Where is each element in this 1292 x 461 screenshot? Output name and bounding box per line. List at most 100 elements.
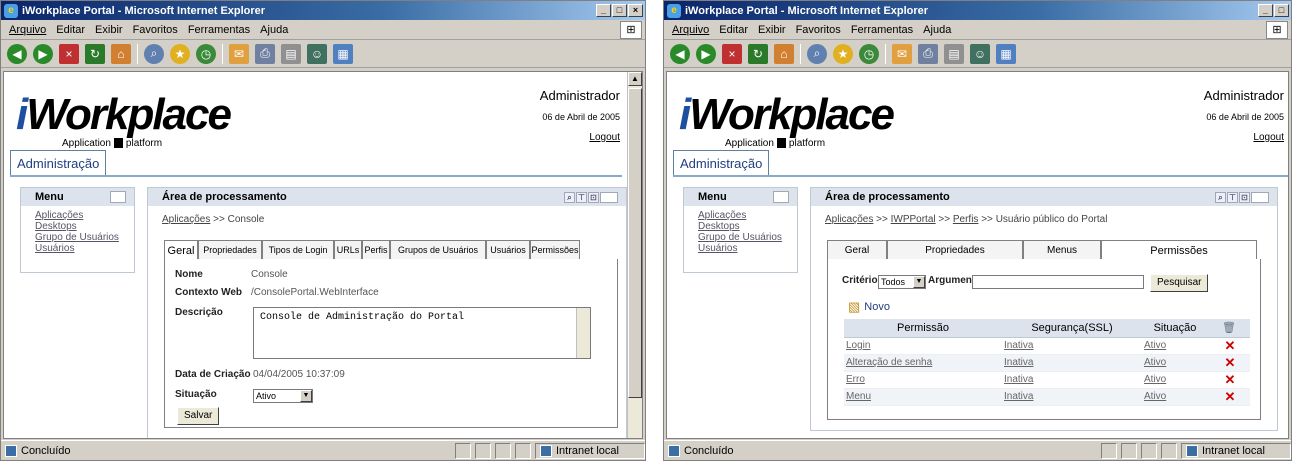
mail-icon[interactable]: ✉ (892, 43, 912, 64)
stop-icon[interactable]: × (722, 43, 742, 64)
cell-situacao[interactable]: Ativo (1142, 337, 1208, 355)
favorites-icon[interactable]: ★ (170, 43, 190, 64)
research-icon[interactable]: ▦ (996, 43, 1016, 64)
cell-ssl[interactable]: Inativa (1002, 337, 1142, 355)
refresh-icon[interactable]: ↻ (85, 43, 105, 64)
menu-item-grupo-usuarios[interactable]: Grupo de Usuários (698, 232, 797, 243)
menu-item-usuarios[interactable]: Usuários (698, 243, 797, 254)
tab-permissoes[interactable]: Permissões (1101, 240, 1257, 260)
breadcrumb-perfis[interactable]: Perfis (953, 214, 979, 225)
edit-icon[interactable]: ▤ (944, 43, 964, 64)
cell-ssl[interactable]: Inativa (1002, 371, 1142, 389)
cell-ssl[interactable]: Inativa (1002, 388, 1142, 406)
tab-geral[interactable]: Geral (164, 240, 198, 260)
cell-permissao[interactable]: Login (844, 337, 1002, 355)
argumento-input[interactable] (972, 275, 1144, 289)
salvar-button[interactable]: Salvar (177, 407, 220, 425)
cell-situacao[interactable]: Ativo (1142, 354, 1208, 372)
new-document-icon[interactable]: ▧ (848, 299, 860, 315)
home-icon[interactable]: ⌂ (774, 43, 794, 64)
menu-editar[interactable]: Editar (56, 24, 85, 36)
home-icon[interactable]: ⌂ (111, 43, 131, 64)
maximize-button[interactable]: □ (1274, 4, 1289, 17)
situacao-select[interactable]: Ativo ▼ (253, 389, 313, 403)
tab-administracao[interactable]: Administração (673, 150, 770, 176)
cell-permissao[interactable]: Menu (844, 388, 1002, 406)
maximize-button[interactable]: □ (612, 4, 627, 17)
cell-ssl[interactable]: Inativa (1002, 354, 1142, 372)
novo-link[interactable]: Novo (864, 301, 890, 313)
breadcrumb-iwpportal[interactable]: IWPPortal (891, 214, 936, 225)
minimize-button[interactable]: _ (1258, 4, 1273, 17)
menu-ferramentas[interactable]: Ferramentas (851, 24, 913, 36)
print-icon[interactable]: ⎙ (918, 43, 938, 64)
tab-propriedades[interactable]: Propriedades (198, 240, 262, 260)
menu-item-aplicacoes[interactable]: Aplicações (698, 210, 797, 221)
pesquisar-button[interactable]: Pesquisar (1150, 274, 1208, 292)
messenger-icon[interactable]: ☺ (970, 43, 990, 64)
search-icon[interactable]: ⌕ (144, 43, 164, 64)
logout-link[interactable]: Logout (589, 132, 620, 143)
cell-situacao[interactable]: Ativo (1142, 371, 1208, 389)
tab-usuarios[interactable]: Usuários (486, 240, 530, 260)
cell-situacao[interactable]: Ativo (1142, 388, 1208, 406)
delete-icon[interactable]: ✕ (1208, 354, 1250, 372)
search-icon[interactable]: ⌕ (807, 43, 827, 64)
menu-editar[interactable]: Editar (719, 24, 748, 36)
back-icon[interactable]: ◀ (670, 43, 690, 64)
cell-permissao[interactable]: Alteração de senha (844, 354, 1002, 372)
menu-exibir[interactable]: Exibir (95, 24, 123, 36)
zoom-icon[interactable]: ⌕ (564, 191, 575, 203)
stop-icon[interactable]: × (59, 43, 79, 64)
chevron-down-icon[interactable]: ▼ (913, 276, 925, 288)
menu-arquivo[interactable]: Arquivo (672, 24, 709, 36)
edit-icon[interactable]: ▤ (281, 43, 301, 64)
menu-collapse-button[interactable] (773, 191, 789, 203)
tab-grupos-usuarios[interactable]: Grupos de Usuários (390, 240, 486, 260)
criterio-select[interactable]: Todos ▼ (878, 275, 926, 289)
favorites-icon[interactable]: ★ (833, 43, 853, 64)
menu-collapse-button[interactable] (110, 191, 126, 203)
tab-urls[interactable]: URLs (334, 240, 362, 260)
expand-icon[interactable]: ⊡ (588, 191, 599, 203)
delete-icon[interactable]: ✕ (1208, 371, 1250, 389)
menu-item-usuarios[interactable]: Usuários (35, 243, 134, 254)
tab-tipos-login[interactable]: Tipos de Login (262, 240, 334, 260)
logout-link[interactable]: Logout (1253, 132, 1284, 143)
chevron-down-icon[interactable]: ▼ (300, 390, 312, 402)
breadcrumb-aplicacoes[interactable]: Aplicações (825, 214, 873, 225)
menu-favoritos[interactable]: Favoritos (133, 24, 178, 36)
breadcrumb-aplicacoes[interactable]: Aplicações (162, 214, 210, 225)
messenger-icon[interactable]: ☺ (307, 43, 327, 64)
tab-menus[interactable]: Menus (1023, 240, 1101, 260)
tab-permissoes[interactable]: Permissões (530, 240, 580, 260)
menu-item-grupo-usuarios[interactable]: Grupo de Usuários (35, 232, 134, 243)
research-icon[interactable]: ▦ (333, 43, 353, 64)
menu-exibir[interactable]: Exibir (758, 24, 786, 36)
page-scrollbar[interactable]: ▲ (627, 72, 642, 438)
descricao-textarea[interactable]: Console de Administração do Portal (253, 307, 591, 359)
scroll-up-icon[interactable]: ▲ (628, 72, 642, 86)
pin-icon[interactable]: ⊤ (1227, 191, 1238, 203)
delete-icon[interactable]: ✕ (1208, 337, 1250, 355)
zoom-icon[interactable]: ⌕ (1215, 191, 1226, 203)
mail-icon[interactable]: ✉ (229, 43, 249, 64)
back-icon[interactable]: ◀ (7, 43, 27, 64)
forward-icon[interactable]: ▶ (696, 43, 716, 64)
refresh-icon[interactable]: ↻ (748, 43, 768, 64)
tab-administracao[interactable]: Administração (10, 150, 107, 176)
forward-icon[interactable]: ▶ (33, 43, 53, 64)
expand-icon[interactable]: ⊡ (1239, 191, 1250, 203)
menu-ajuda[interactable]: Ajuda (260, 24, 288, 36)
menu-ajuda[interactable]: Ajuda (923, 24, 951, 36)
pin-icon[interactable]: ⊤ (576, 191, 587, 203)
menu-favoritos[interactable]: Favoritos (796, 24, 841, 36)
tab-perfis[interactable]: Perfis (362, 240, 390, 260)
menu-item-desktops[interactable]: Desktops (35, 221, 134, 232)
tab-propriedades[interactable]: Propriedades (887, 240, 1023, 260)
textarea-scrollbar[interactable] (576, 308, 590, 358)
delete-icon[interactable]: ✕ (1208, 388, 1250, 406)
menu-item-aplicacoes[interactable]: Aplicações (35, 210, 134, 221)
menu-ferramentas[interactable]: Ferramentas (188, 24, 250, 36)
cell-permissao[interactable]: Erro (844, 371, 1002, 389)
